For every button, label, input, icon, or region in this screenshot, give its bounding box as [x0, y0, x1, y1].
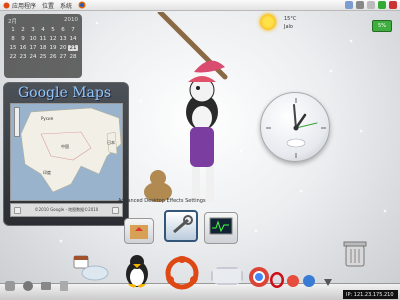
calendar-day[interactable]: 19: [48, 45, 58, 51]
map-back-button[interactable]: [14, 206, 21, 214]
calendar-day[interactable]: 9: [18, 36, 28, 42]
calendar-day[interactable]: 10: [28, 36, 38, 42]
calendar-day[interactable]: 16: [18, 45, 28, 51]
calendar-day[interactable]: 7: [68, 27, 78, 33]
calendar-day[interactable]: 18: [38, 45, 48, 51]
ubuntu-icon[interactable]: [165, 256, 199, 290]
switcher-tile-package[interactable]: [124, 218, 154, 244]
calendar-day[interactable]: 17: [28, 45, 38, 51]
tools-icon: [173, 215, 193, 234]
calendar-day[interactable]: 8: [8, 36, 18, 42]
files-icon[interactable]: [58, 280, 70, 292]
calendar-day[interactable]: 3: [28, 27, 38, 33]
calendar-day[interactable]: 11: [38, 36, 48, 42]
calendar-day[interactable]: 13: [58, 36, 68, 42]
user-icon[interactable]: [367, 1, 375, 9]
clock-face: [266, 98, 326, 158]
power-icon[interactable]: [389, 1, 397, 9]
calendar-day-today[interactable]: 21: [68, 45, 78, 51]
sun-icon: [260, 14, 276, 30]
calendar-day[interactable]: 23: [18, 54, 28, 60]
calendar-widget: 2月 2010 1 2 3 4 5 6 7 8 9 10 11 12 13 14…: [4, 14, 82, 78]
menu-applications-label: 应用程序: [12, 2, 37, 10]
weather-temp: 15°C: [284, 16, 297, 22]
menu-toggle-icon[interactable]: [322, 276, 334, 288]
weather-widget[interactable]: 15°C Jalo: [256, 12, 328, 38]
map-view[interactable]: Русия 中国 日本 印度: [10, 103, 123, 201]
home-icon[interactable]: [4, 280, 16, 292]
calendar-day[interactable]: 26: [48, 54, 58, 60]
ip-text: IP: 121.23.175.210: [346, 291, 394, 298]
calendar-year: 2010: [64, 17, 78, 23]
menu-system[interactable]: 系统: [60, 1, 72, 10]
dock: [0, 250, 340, 292]
switcher-tile-settings[interactable]: [164, 210, 198, 242]
calendar-month: 2月: [8, 19, 17, 25]
menu-places[interactable]: 位置: [42, 1, 54, 10]
calendar-day[interactable]: 22: [8, 54, 18, 60]
desktop-mascot-illustration: [130, 9, 250, 212]
tomato-icon[interactable]: [286, 274, 300, 288]
main-menu: 应用程序 位置 系统: [3, 1, 86, 10]
calendar-day[interactable]: 24: [28, 54, 38, 60]
window-switcher: [118, 200, 248, 252]
calendar-day[interactable]: 14: [68, 36, 78, 42]
analog-clock-widget[interactable]: [260, 92, 330, 162]
opera-icon[interactable]: [270, 272, 284, 288]
trash-icon[interactable]: [342, 238, 368, 268]
maps-toolbar: ©2010 Google - 地图数据©2010: [10, 203, 123, 217]
firefox-launcher-icon[interactable]: [78, 1, 86, 9]
calendar-day[interactable]: 2: [18, 27, 28, 33]
tux-icon[interactable]: [122, 254, 152, 288]
top-panel: 应用程序 位置 系统: [0, 0, 400, 11]
calendar-header: 2月 2010: [8, 17, 78, 25]
cpu-monitor-widget[interactable]: 5%: [372, 20, 392, 32]
menu-places-label: 位置: [42, 2, 55, 10]
weather-city: Jalo: [284, 24, 293, 30]
folder-icon[interactable]: [40, 280, 52, 292]
google-maps-widget: Google Maps Русия 中国 日本 印度 ©2010 Google …: [3, 82, 129, 226]
dock-stand-icon: [211, 267, 243, 285]
cpu-label: 5%: [378, 23, 386, 29]
map-label-india: 印度: [43, 170, 51, 175]
calendar-day[interactable]: 12: [48, 36, 58, 42]
ubuntu-menu-icon: [3, 2, 10, 8]
maps-copyright: ©2010 Google - 地图数据©2010: [34, 207, 99, 212]
chrome-icon[interactable]: [248, 266, 270, 288]
map-label-russia: Русия: [41, 116, 53, 121]
globe-icon[interactable]: [302, 274, 316, 288]
ip-address-display: IP: 121.23.175.210: [343, 290, 398, 299]
calendar-day[interactable]: 15: [8, 45, 18, 51]
calendar-grid: 1 2 3 4 5 6 7 8 9 10 11 12 13 14 15 16 1…: [8, 27, 78, 60]
calendar-day[interactable]: 20: [58, 45, 68, 51]
network-icon[interactable]: [345, 1, 353, 9]
volume-icon[interactable]: [356, 1, 364, 9]
calendar-day[interactable]: 5: [48, 27, 58, 33]
map-label-china: 中国: [61, 144, 69, 149]
map-label-japan: 日本: [107, 140, 115, 145]
calendar-day[interactable]: 28: [68, 54, 78, 60]
clock-minute-hand: [293, 104, 297, 129]
maps-title: Google Maps: [18, 85, 112, 101]
battery-icon[interactable]: [378, 1, 386, 9]
music-player-icon[interactable]: [22, 280, 34, 292]
calendar-day[interactable]: 6: [58, 27, 68, 33]
water-icon[interactable]: [80, 264, 110, 282]
system-monitor-icon: [209, 217, 233, 235]
system-tray: [345, 1, 397, 9]
switcher-tile-monitor[interactable]: [204, 212, 238, 244]
weather-info: 15°C Jalo: [284, 15, 296, 31]
calendar-day[interactable]: 25: [38, 54, 48, 60]
pirate-penguin-icon: [144, 9, 228, 202]
map-landmass: [20, 107, 122, 193]
calendar-day[interactable]: 4: [38, 27, 48, 33]
calendar-day[interactable]: 1: [8, 27, 18, 33]
calendar-day[interactable]: 27: [58, 54, 68, 60]
map-zoom-control[interactable]: [14, 107, 20, 137]
package-icon: [130, 225, 148, 239]
menu-applications[interactable]: 应用程序: [3, 1, 36, 10]
menu-system-label: 系统: [60, 2, 73, 10]
